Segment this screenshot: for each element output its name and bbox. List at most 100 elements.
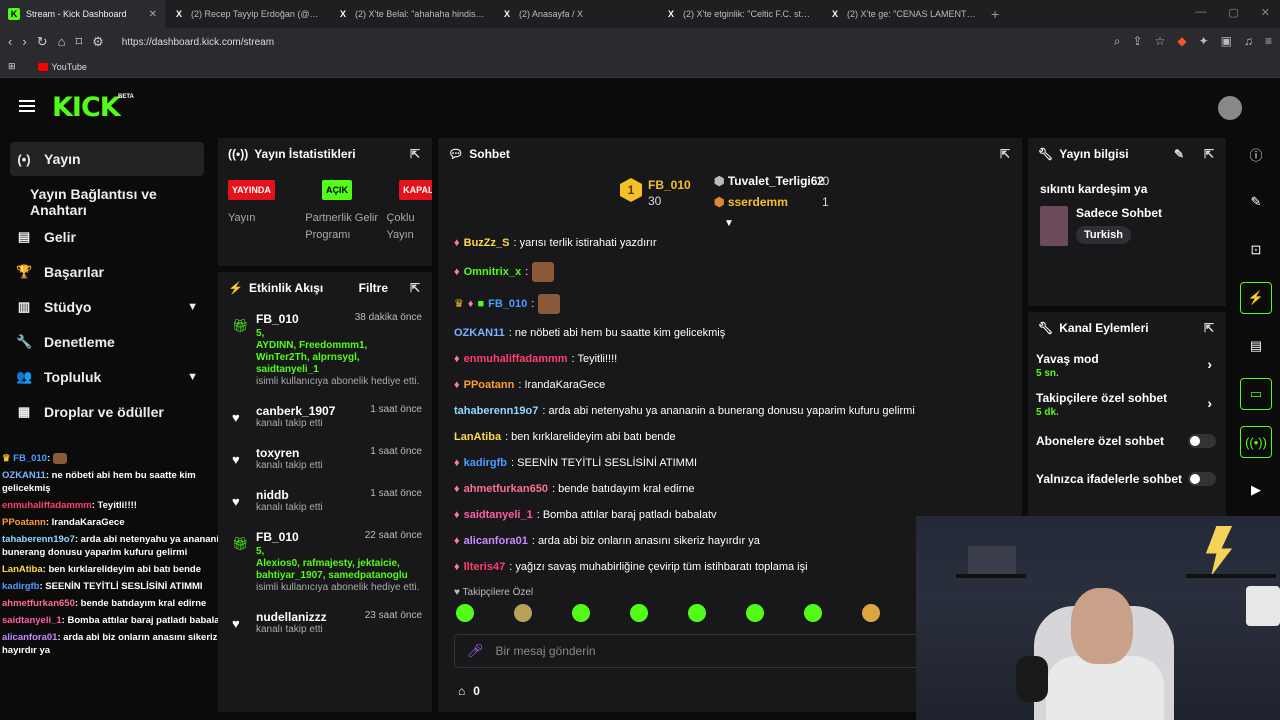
- activity-user[interactable]: FB_010: [256, 530, 299, 544]
- slow-mode-row[interactable]: Yavaş mod 5 sn. ›: [1028, 352, 1226, 379]
- edit-pencil-icon[interactable]: ✎: [1174, 147, 1184, 161]
- sidebar-item-studyo[interactable]: ▥ Stüdyo ▼: [0, 289, 216, 324]
- emote-button[interactable]: [630, 604, 648, 622]
- browser-tab-x-4[interactable]: X (2) X'te etginlik: "Celtic F.C. stadyu…: [657, 0, 821, 28]
- filter-button[interactable]: Filtre: [359, 281, 388, 295]
- chevron-right-icon[interactable]: ›: [1207, 356, 1212, 372]
- sidebar-item-stream-key[interactable]: Yayın Bağlantısı ve Anahtarı: [0, 184, 216, 219]
- sidebar-item-denetleme[interactable]: 🔧 Denetleme: [0, 324, 216, 359]
- zoom-icon[interactable]: ⌕: [1114, 34, 1121, 49]
- hamburger-menu-icon[interactable]: [19, 100, 35, 112]
- browser-tab-x-2[interactable]: X (2) X'te Belal: "ahahaha hindistanda: [329, 0, 493, 28]
- chevron-right-icon[interactable]: ›: [1207, 395, 1212, 411]
- bookmark-icon[interactable]: ⌑: [75, 34, 82, 50]
- followers-only-row[interactable]: Takipçilere özel sohbet 5 dk. ›: [1028, 391, 1226, 418]
- wallet-icon[interactable]: ▣: [1221, 34, 1232, 49]
- share-icon[interactable]: ⇪: [1133, 34, 1143, 49]
- chat-username[interactable]: LanAtiba: [454, 430, 501, 444]
- new-tab-plus-icon[interactable]: +: [991, 6, 999, 22]
- chat-username[interactable]: enmuhaliffadammm: [464, 352, 568, 366]
- url-field[interactable]: https://dashboard.kick.com/stream: [122, 37, 274, 48]
- popout-icon[interactable]: ⇱: [1000, 147, 1010, 161]
- popout-icon[interactable]: ⇱: [410, 147, 420, 161]
- tab-close-icon[interactable]: ✕: [149, 9, 157, 20]
- emote-only-toggle[interactable]: [1188, 472, 1216, 486]
- lightning-icon[interactable]: ⚡: [1240, 282, 1272, 314]
- chat-username[interactable]: llteris47: [464, 560, 506, 574]
- chat-username[interactable]: OZKAN11: [454, 326, 505, 340]
- sidebar-item-droplar[interactable]: ▦ Droplar ve ödüller: [0, 394, 216, 429]
- chat-username[interactable]: alicanfora01: [464, 534, 528, 548]
- activity-user[interactable]: nudellanizzz: [256, 610, 327, 624]
- chat-bubble-icon[interactable]: ▭: [1240, 378, 1272, 410]
- media-icon[interactable]: ♫: [1244, 34, 1253, 49]
- subscribers-only-toggle[interactable]: [1188, 434, 1216, 448]
- emote-button[interactable]: [456, 604, 474, 622]
- badge-icon: ♦: [454, 457, 460, 469]
- activity-user[interactable]: FB_010: [256, 312, 299, 326]
- bookmark-youtube[interactable]: YouTube: [37, 62, 87, 72]
- broadcast-icon[interactable]: ((•)): [1240, 426, 1272, 458]
- forward-icon[interactable]: ›: [22, 34, 26, 50]
- edit-pencil-icon[interactable]: ✎: [1240, 186, 1272, 218]
- chat-username[interactable]: ahmetfurkan650: [464, 482, 548, 496]
- chat-username[interactable]: Omnitrix_x: [464, 265, 521, 279]
- sidebar-item-yayin[interactable]: (•) Yayın: [10, 142, 204, 176]
- chat-username[interactable]: saidtanyeli_1: [464, 508, 533, 522]
- emote-button[interactable]: [572, 604, 590, 622]
- activity-user[interactable]: canberk_1907: [256, 404, 335, 418]
- emote-button[interactable]: [746, 604, 764, 622]
- minimize-icon[interactable]: —: [1195, 6, 1206, 19]
- menu-icon[interactable]: ≡: [1265, 34, 1272, 49]
- microphone-icon[interactable]: 🎤︎: [467, 643, 484, 659]
- browser-tab-x-1[interactable]: X (2) Recep Tayyip Erdoğan (@RTErdog: [165, 0, 329, 28]
- emote-button[interactable]: [862, 604, 880, 622]
- kick-logo[interactable]: KICK: [52, 92, 121, 123]
- top-gifter-name[interactable]: FB_010: [648, 178, 691, 192]
- maximize-icon[interactable]: ▢: [1228, 6, 1238, 19]
- emote-button[interactable]: [688, 604, 706, 622]
- browser-tab-x-3[interactable]: X (2) Anasayfa / X: [493, 0, 657, 28]
- channel-points[interactable]: ⌂ 0: [458, 684, 480, 698]
- chat-username[interactable]: tahaberenn19o7: [454, 404, 538, 418]
- collapse-pinned-icon[interactable]: ▼: [724, 218, 734, 229]
- chat-message-input[interactable]: 🎤︎ Bir mesaj gönderin: [454, 634, 924, 668]
- top-gifter-name[interactable]: ⬢ sserdemm: [714, 195, 788, 209]
- home-icon[interactable]: ⌂: [58, 34, 66, 50]
- emote-button[interactable]: [804, 604, 822, 622]
- emote-button[interactable]: [514, 604, 532, 622]
- chevron-down-icon[interactable]: ▼: [187, 301, 198, 313]
- apps-grid-icon[interactable]: ⊞: [8, 61, 16, 72]
- site-settings-icon[interactable]: ⚙: [92, 34, 104, 50]
- extensions-icon[interactable]: ✦: [1199, 34, 1209, 49]
- chevron-down-icon[interactable]: ▼: [187, 371, 198, 383]
- sidebar-item-basarilar[interactable]: 🏆 Başarılar: [0, 254, 216, 289]
- star-icon[interactable]: ☆: [1155, 34, 1166, 49]
- category-name[interactable]: Sadece Sohbet: [1076, 206, 1162, 220]
- browser-tab-kick[interactable]: K Stream - Kick Dashboard ✕: [0, 0, 165, 28]
- chat-username[interactable]: PPoatann: [464, 378, 515, 392]
- info-icon[interactable]: ⓘ: [1240, 138, 1272, 170]
- back-icon[interactable]: ‹: [8, 34, 12, 50]
- camera-icon[interactable]: ▶: [1240, 474, 1272, 506]
- reload-icon[interactable]: ↻: [37, 34, 48, 50]
- document-icon[interactable]: ▤: [1240, 330, 1272, 362]
- popout-icon[interactable]: ⇱: [1204, 321, 1214, 335]
- brave-shield-icon[interactable]: ◆: [1177, 34, 1186, 49]
- chat-username[interactable]: FB_010: [488, 297, 527, 311]
- screenshot-icon[interactable]: ⊡: [1240, 234, 1272, 266]
- panel-title: Sohbet: [469, 147, 510, 161]
- activity-user[interactable]: niddb: [256, 488, 289, 502]
- badge-icon: ♦: [454, 535, 460, 547]
- sidebar-item-gelir[interactable]: ▤ Gelir: [0, 219, 216, 254]
- activity-user[interactable]: toxyren: [256, 446, 299, 460]
- chat-username[interactable]: kadirgfb: [464, 456, 507, 470]
- sidebar-item-topluluk[interactable]: 👥 Topluluk ▼: [0, 359, 216, 394]
- popout-icon[interactable]: ⇱: [410, 281, 420, 295]
- popout-icon[interactable]: ⇱: [1204, 147, 1214, 161]
- chat-username[interactable]: BuzZz_S: [464, 236, 510, 250]
- top-gifter-name[interactable]: ⬢ Tuvalet_Terligi62: [714, 174, 824, 188]
- user-avatar[interactable]: [1218, 96, 1242, 120]
- window-close-icon[interactable]: ✕: [1261, 6, 1270, 19]
- browser-tab-x-5[interactable]: X (2) X'te ge: "CENAS LAMENTÁVEIS! F: [821, 0, 985, 28]
